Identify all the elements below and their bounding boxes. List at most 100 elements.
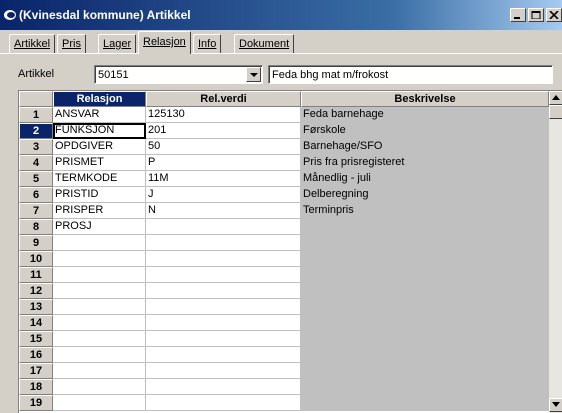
cell-relasjon[interactable] <box>53 267 146 283</box>
vertical-scrollbar[interactable] <box>549 91 562 413</box>
close-icon <box>549 11 559 19</box>
column-header-beskrivelse[interactable]: Beskrivelse <box>301 91 549 107</box>
row-header[interactable]: 2 <box>19 123 53 139</box>
window-title: (Kvinesdal kommune) Artikkel <box>19 8 191 22</box>
row-header[interactable]: 19 <box>19 395 53 411</box>
cell-beskrivelse: Feda barnehage <box>301 107 549 123</box>
cell-relasjon[interactable]: PRISMET <box>53 155 146 171</box>
cell-rel-verdi[interactable] <box>146 219 301 235</box>
arrow-up-icon <box>552 95 560 100</box>
cell-relasjon[interactable] <box>53 283 146 299</box>
cell-rel-verdi[interactable] <box>146 283 301 299</box>
row-header[interactable]: 1 <box>19 107 53 123</box>
cell-beskrivelse: Barnehage/SFO <box>301 139 549 155</box>
row-header[interactable]: 8 <box>19 219 53 235</box>
cell-relasjon[interactable] <box>53 347 146 363</box>
cell-relasjon[interactable]: PRISTID <box>53 187 146 203</box>
minimize-icon <box>514 17 520 19</box>
tab-artikkel[interactable]: Artikkel <box>9 34 56 53</box>
cell-rel-verdi[interactable]: J <box>146 187 301 203</box>
row-header[interactable]: 11 <box>19 267 53 283</box>
restore-button[interactable] <box>528 8 544 22</box>
row-header[interactable]: 14 <box>19 315 53 331</box>
cell-beskrivelse <box>301 219 549 235</box>
row-header[interactable]: 15 <box>19 331 53 347</box>
row-header[interactable]: 5 <box>19 171 53 187</box>
grid-corner[interactable] <box>19 91 53 107</box>
chevron-down-icon <box>250 73 258 77</box>
row-header[interactable]: 3 <box>19 139 53 155</box>
artikkel-combobox[interactable]: 50151 <box>94 65 263 84</box>
row-header[interactable]: 6 <box>19 187 53 203</box>
cell-beskrivelse: Pris fra prisregisteret <box>301 155 549 171</box>
cell-relasjon[interactable]: ANSVAR <box>53 107 146 123</box>
artikkel-description-field[interactable]: Feda bhg mat m/frokost <box>268 65 553 84</box>
cell-relasjon[interactable] <box>53 331 146 347</box>
scroll-thumb[interactable] <box>549 105 562 119</box>
cell-relasjon[interactable] <box>53 251 146 267</box>
cell-rel-verdi[interactable]: P <box>146 155 301 171</box>
tab-strip: Artikkel Pris Lager Relasjon Info Dokume… <box>0 30 562 54</box>
artikkel-dropdown-button[interactable] <box>246 67 261 82</box>
title-bar[interactable]: (Kvinesdal kommune) Artikkel <box>0 0 562 30</box>
cell-relasjon[interactable] <box>53 363 146 379</box>
cell-rel-verdi[interactable] <box>146 299 301 315</box>
cell-rel-verdi[interactable]: 125130 <box>146 107 301 123</box>
cell-relasjon[interactable] <box>53 379 146 395</box>
cell-relasjon[interactable]: PRISPER <box>53 203 146 219</box>
cell-rel-verdi[interactable] <box>146 363 301 379</box>
cell-rel-verdi[interactable] <box>146 379 301 395</box>
tab-dokument[interactable]: Dokument <box>234 34 295 53</box>
cell-rel-verdi[interactable]: 11M <box>146 171 301 187</box>
cell-beskrivelse <box>301 235 549 251</box>
tab-relasjon[interactable]: Relasjon <box>138 31 191 54</box>
cell-rel-verdi[interactable] <box>146 347 301 363</box>
tab-pris[interactable]: Pris <box>57 34 86 53</box>
row-header[interactable]: 12 <box>19 283 53 299</box>
cell-relasjon[interactable]: PROSJ <box>53 219 146 235</box>
close-button[interactable] <box>546 8 562 22</box>
column-header-relasjon[interactable]: Relasjon <box>53 91 146 107</box>
cell-rel-verdi[interactable] <box>146 395 301 411</box>
restore-icon <box>531 11 541 19</box>
cell-relasjon[interactable]: FUNKSJON <box>53 123 146 139</box>
row-header[interactable]: 18 <box>19 379 53 395</box>
artikkel-description-value: Feda bhg mat m/frokost <box>272 69 389 81</box>
cell-rel-verdi[interactable] <box>146 267 301 283</box>
cell-rel-verdi[interactable]: N <box>146 203 301 219</box>
cell-relasjon[interactable] <box>53 315 146 331</box>
cell-rel-verdi[interactable] <box>146 315 301 331</box>
column-header-rel-verdi[interactable]: Rel.verdi <box>146 91 301 107</box>
artikkel-value: 50151 <box>98 69 129 81</box>
row-header[interactable]: 4 <box>19 155 53 171</box>
cell-rel-verdi[interactable]: 201 <box>146 123 301 139</box>
cell-rel-verdi[interactable]: 50 <box>146 139 301 155</box>
cell-beskrivelse <box>301 315 549 331</box>
row-header[interactable]: 9 <box>19 235 53 251</box>
cell-relasjon[interactable] <box>53 299 146 315</box>
cell-beskrivelse <box>301 363 549 379</box>
tab-divider <box>0 53 562 54</box>
row-header[interactable]: 17 <box>19 363 53 379</box>
tab-info[interactable]: Info <box>193 34 222 53</box>
row-header[interactable]: 16 <box>19 347 53 363</box>
cell-relasjon[interactable] <box>53 395 146 411</box>
scroll-up-button[interactable] <box>549 91 562 105</box>
cell-beskrivelse: Terminpris <box>301 203 549 219</box>
cell-beskrivelse <box>301 251 549 267</box>
tab-lager[interactable]: Lager <box>98 34 137 53</box>
row-header[interactable]: 13 <box>19 299 53 315</box>
scroll-down-button[interactable] <box>549 398 562 412</box>
row-header[interactable]: 10 <box>19 251 53 267</box>
cell-beskrivelse <box>301 267 549 283</box>
cell-relasjon[interactable] <box>53 235 146 251</box>
arrow-down-icon <box>552 402 560 407</box>
cell-rel-verdi[interactable] <box>146 251 301 267</box>
cell-rel-verdi[interactable] <box>146 331 301 347</box>
cell-rel-verdi[interactable] <box>146 235 301 251</box>
cell-relasjon[interactable]: TERMKODE <box>53 171 146 187</box>
cell-beskrivelse <box>301 395 549 411</box>
minimize-button[interactable] <box>510 8 526 22</box>
row-header[interactable]: 7 <box>19 203 53 219</box>
cell-relasjon[interactable]: OPDGIVER <box>53 139 146 155</box>
